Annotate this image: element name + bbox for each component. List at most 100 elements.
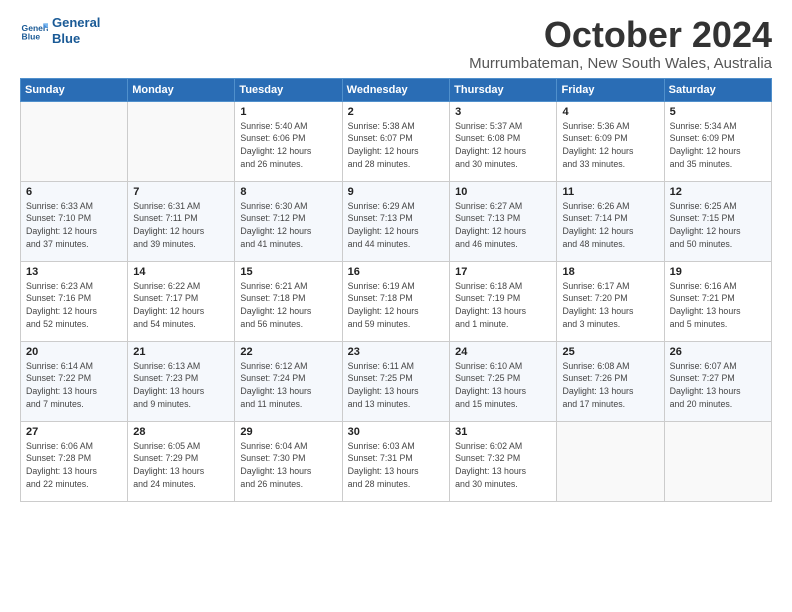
day-number: 30 [348,426,444,438]
day-info: Sunrise: 6:31 AM Sunset: 7:11 PM Dayligh… [133,200,229,251]
location: Murrumbateman, New South Wales, Australi… [469,55,772,72]
calendar-cell: 21 Sunrise: 6:13 AM Sunset: 7:23 PM Dayli… [128,341,235,421]
calendar-cell: 20 Sunrise: 6:14 AM Sunset: 7:22 PM Dayli… [21,341,128,421]
day-info: Sunrise: 6:02 AM Sunset: 7:32 PM Dayligh… [455,440,551,491]
day-info: Sunrise: 6:13 AM Sunset: 7:23 PM Dayligh… [133,360,229,411]
calendar-cell [21,101,128,181]
day-info: Sunrise: 5:37 AM Sunset: 6:08 PM Dayligh… [455,120,551,171]
day-number: 10 [455,186,551,198]
day-number: 14 [133,266,229,278]
day-number: 15 [240,266,336,278]
calendar-cell: 19Sunrise: 6:16 AM Sunset: 7:21 PM Dayli… [664,261,771,341]
day-number: 24 [455,346,551,358]
day-info: Sunrise: 6:08 AM Sunset: 7:26 PM Dayligh… [562,360,658,411]
day-info: Sunrise: 6:23 AM Sunset: 7:16 PM Dayligh… [26,280,122,331]
day-number: 23 [348,346,444,358]
day-number: 4 [562,106,658,118]
day-header-sunday: Sunday [21,78,128,101]
calendar-cell: 3 Sunrise: 5:37 AM Sunset: 6:08 PM Daylig… [450,101,557,181]
day-number: 26 [670,346,766,358]
calendar-cell: 26 Sunrise: 6:07 AM Sunset: 7:27 PM Dayli… [664,341,771,421]
calendar-cell: 22Sunrise: 6:12 AM Sunset: 7:24 PM Dayli… [235,341,342,421]
day-number: 27 [26,426,122,438]
calendar-cell: 11Sunrise: 6:26 AM Sunset: 7:14 PM Dayli… [557,181,664,261]
logo-icon: General Blue [20,17,48,45]
calendar-cell: 24 Sunrise: 6:10 AM Sunset: 7:25 PM Dayli… [450,341,557,421]
day-info: Sunrise: 6:03 AM Sunset: 7:31 PM Dayligh… [348,440,444,491]
calendar-cell: 1 Sunrise: 5:40 AM Sunset: 6:06 PM Daylig… [235,101,342,181]
day-number: 2 [348,106,444,118]
page-header: General Blue General Blue October 2024 M… [20,15,772,72]
day-number: 18 [562,266,658,278]
day-number: 25 [562,346,658,358]
day-info: Sunrise: 6:25 AM Sunset: 7:15 PM Dayligh… [670,200,766,251]
calendar-cell: 12Sunrise: 6:25 AM Sunset: 7:15 PM Dayli… [664,181,771,261]
day-info: Sunrise: 6:18 AM Sunset: 7:19 PM Dayligh… [455,280,551,331]
header-row: SundayMondayTuesdayWednesdayThursdayFrid… [21,78,772,101]
calendar-cell [664,421,771,501]
day-info: Sunrise: 5:40 AM Sunset: 6:06 PM Dayligh… [240,120,336,171]
day-number: 1 [240,106,336,118]
day-number: 17 [455,266,551,278]
day-number: 7 [133,186,229,198]
day-info: Sunrise: 6:07 AM Sunset: 7:27 PM Dayligh… [670,360,766,411]
day-header-thursday: Thursday [450,78,557,101]
calendar-cell: 6 Sunrise: 6:33 AM Sunset: 7:10 PM Daylig… [21,181,128,261]
day-info: Sunrise: 5:34 AM Sunset: 6:09 PM Dayligh… [670,120,766,171]
day-number: 3 [455,106,551,118]
day-info: Sunrise: 6:12 AM Sunset: 7:24 PM Dayligh… [240,360,336,411]
month-title: October 2024 [469,15,772,55]
logo-general: General [52,15,100,31]
day-info: Sunrise: 6:16 AM Sunset: 7:21 PM Dayligh… [670,280,766,331]
day-info: Sunrise: 6:29 AM Sunset: 7:13 PM Dayligh… [348,200,444,251]
day-number: 21 [133,346,229,358]
day-number: 5 [670,106,766,118]
calendar-cell: 2Sunrise: 5:38 AM Sunset: 6:07 PM Daylig… [342,101,449,181]
day-number: 9 [348,186,444,198]
calendar-cell: 28 Sunrise: 6:05 AM Sunset: 7:29 PM Dayli… [128,421,235,501]
logo-blue: Blue [52,31,100,47]
day-info: Sunrise: 6:05 AM Sunset: 7:29 PM Dayligh… [133,440,229,491]
day-info: Sunrise: 6:17 AM Sunset: 7:20 PM Dayligh… [562,280,658,331]
calendar-cell: 30 Sunrise: 6:03 AM Sunset: 7:31 PM Dayli… [342,421,449,501]
calendar-week-5: 27 Sunrise: 6:06 AM Sunset: 7:28 PM Dayli… [21,421,772,501]
calendar-cell [557,421,664,501]
calendar-cell: 23 Sunrise: 6:11 AM Sunset: 7:25 PM Dayli… [342,341,449,421]
day-info: Sunrise: 6:22 AM Sunset: 7:17 PM Dayligh… [133,280,229,331]
day-number: 13 [26,266,122,278]
day-header-saturday: Saturday [664,78,771,101]
calendar-week-4: 20 Sunrise: 6:14 AM Sunset: 7:22 PM Dayli… [21,341,772,421]
day-number: 20 [26,346,122,358]
calendar-cell: 18 Sunrise: 6:17 AM Sunset: 7:20 PM Dayli… [557,261,664,341]
day-info: Sunrise: 6:10 AM Sunset: 7:25 PM Dayligh… [455,360,551,411]
calendar-cell: 13 Sunrise: 6:23 AM Sunset: 7:16 PM Dayli… [21,261,128,341]
calendar-table: SundayMondayTuesdayWednesdayThursdayFrid… [20,78,772,502]
day-info: Sunrise: 6:11 AM Sunset: 7:25 PM Dayligh… [348,360,444,411]
calendar-cell: 7 Sunrise: 6:31 AM Sunset: 7:11 PM Daylig… [128,181,235,261]
calendar-cell: 14 Sunrise: 6:22 AM Sunset: 7:17 PM Dayli… [128,261,235,341]
calendar-cell [128,101,235,181]
title-block: October 2024 Murrumbateman, New South Wa… [469,15,772,72]
calendar-cell: 15 Sunrise: 6:21 AM Sunset: 7:18 PM Dayli… [235,261,342,341]
day-number: 6 [26,186,122,198]
day-number: 16 [348,266,444,278]
calendar-cell: 4 Sunrise: 5:36 AM Sunset: 6:09 PM Daylig… [557,101,664,181]
day-number: 31 [455,426,551,438]
day-info: Sunrise: 6:21 AM Sunset: 7:18 PM Dayligh… [240,280,336,331]
calendar-cell: 10Sunrise: 6:27 AM Sunset: 7:13 PM Dayli… [450,181,557,261]
calendar-week-3: 13 Sunrise: 6:23 AM Sunset: 7:16 PM Dayli… [21,261,772,341]
calendar-cell: 29Sunrise: 6:04 AM Sunset: 7:30 PM Dayli… [235,421,342,501]
calendar-cell: 31 Sunrise: 6:02 AM Sunset: 7:32 PM Dayli… [450,421,557,501]
logo: General Blue General Blue [20,15,100,46]
day-info: Sunrise: 5:36 AM Sunset: 6:09 PM Dayligh… [562,120,658,171]
day-info: Sunrise: 6:14 AM Sunset: 7:22 PM Dayligh… [26,360,122,411]
day-info: Sunrise: 6:19 AM Sunset: 7:18 PM Dayligh… [348,280,444,331]
calendar-week-1: 1 Sunrise: 5:40 AM Sunset: 6:06 PM Daylig… [21,101,772,181]
day-info: Sunrise: 6:06 AM Sunset: 7:28 PM Dayligh… [26,440,122,491]
day-info: Sunrise: 6:33 AM Sunset: 7:10 PM Dayligh… [26,200,122,251]
calendar-cell: 25 Sunrise: 6:08 AM Sunset: 7:26 PM Dayli… [557,341,664,421]
day-number: 28 [133,426,229,438]
calendar-cell: 8Sunrise: 6:30 AM Sunset: 7:12 PM Daylig… [235,181,342,261]
day-info: Sunrise: 6:30 AM Sunset: 7:12 PM Dayligh… [240,200,336,251]
day-header-wednesday: Wednesday [342,78,449,101]
